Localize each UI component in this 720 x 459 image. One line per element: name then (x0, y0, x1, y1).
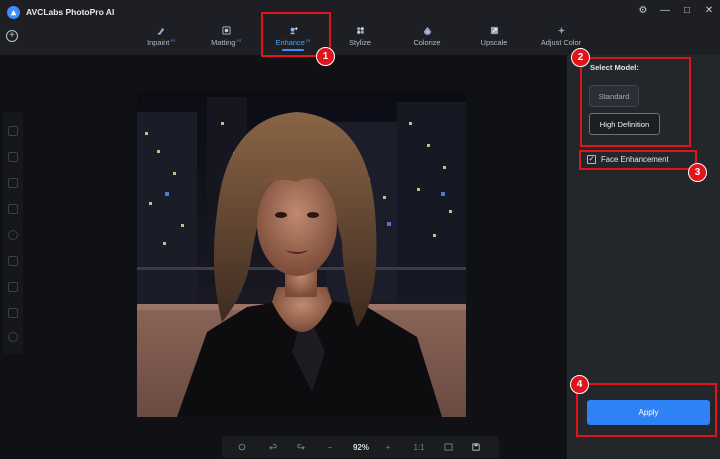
tab-matting[interactable]: MattingAI (206, 24, 246, 54)
redo-icon (297, 444, 305, 450)
reset-icon (238, 443, 246, 451)
annotation-badge: 2 (571, 48, 590, 67)
plus-icon: + (385, 442, 391, 452)
inpaint-icon (157, 27, 164, 35)
tab-stylize-label: Stylize (349, 38, 371, 47)
tool-button[interactable] (8, 152, 18, 162)
annotation-box-face (579, 150, 697, 170)
upscale-icon (490, 26, 498, 35)
close-button[interactable]: ✕ (704, 4, 714, 18)
minus-icon: − (327, 442, 333, 452)
tool-button[interactable] (8, 308, 18, 318)
annotation-badge: 4 (570, 375, 589, 394)
photo-canvas[interactable] (137, 92, 466, 417)
annotation-badge: 3 (688, 163, 707, 182)
tool-button[interactable] (8, 230, 18, 240)
tool-button[interactable] (8, 178, 18, 188)
actual-size-button[interactable]: 1:1 (410, 436, 428, 458)
tab-matting-label: Matting (211, 38, 236, 47)
compare-icon (444, 443, 452, 451)
tool-button[interactable] (8, 204, 18, 214)
compare-button[interactable] (442, 436, 454, 458)
zoom-in-button[interactable]: + (382, 436, 394, 458)
portrait-image (137, 92, 466, 417)
settings-icon[interactable]: ⚙ (638, 4, 648, 18)
tab-colorize[interactable]: Colorize (409, 24, 445, 54)
app-logo-icon (7, 5, 20, 19)
tab-upscale-label: Upscale (480, 38, 508, 47)
ai-badge: AI (170, 38, 175, 44)
undo-icon (269, 444, 277, 450)
window-controls: ⚙ — □ ✕ (638, 4, 714, 18)
redo-button[interactable] (295, 436, 307, 458)
tool-button[interactable] (8, 282, 18, 292)
title-bar: AVCLabs PhotoPro AI ⚙ — □ ✕ (0, 0, 720, 24)
annotation-badge: 1 (316, 47, 335, 66)
zoom-out-button[interactable]: − (324, 436, 336, 458)
reset-button[interactable] (236, 436, 248, 458)
annotation-box-model (580, 57, 691, 147)
tool-button[interactable] (8, 126, 18, 136)
save-icon (472, 443, 480, 451)
feature-toolbar: + InpaintAI MattingAI EnhanceAI Stylize … (0, 24, 720, 55)
undo-button[interactable] (267, 436, 279, 458)
tab-stylize[interactable]: Stylize (343, 24, 377, 54)
tab-inpaint-label: Inpaint (147, 38, 170, 47)
tab-adjust-color-label: Adjust Color (540, 38, 582, 47)
tab-inpaint[interactable]: InpaintAI (142, 24, 180, 54)
colorize-icon (423, 26, 431, 35)
stylize-icon (356, 27, 364, 34)
ai-badge: AI (236, 38, 241, 44)
save-button[interactable] (470, 436, 482, 458)
zoom-level: 92% (352, 442, 369, 452)
matting-icon (221, 26, 231, 35)
tool-button[interactable] (8, 332, 18, 342)
minimize-button[interactable]: — (660, 4, 670, 18)
tool-button[interactable] (8, 256, 18, 266)
adjust-color-icon (557, 26, 565, 35)
tab-colorize-label: Colorize (413, 38, 441, 47)
annotation-box-apply (576, 383, 717, 437)
add-icon: + (9, 30, 15, 41)
app-title: AVCLabs PhotoPro AI (26, 7, 115, 17)
maximize-button[interactable]: □ (682, 4, 692, 18)
left-tool-bar (3, 112, 23, 354)
zoom-bar: − 92% + 1:1 (222, 436, 499, 458)
add-image-button[interactable]: + (6, 30, 18, 42)
tab-upscale[interactable]: Upscale (476, 24, 512, 54)
